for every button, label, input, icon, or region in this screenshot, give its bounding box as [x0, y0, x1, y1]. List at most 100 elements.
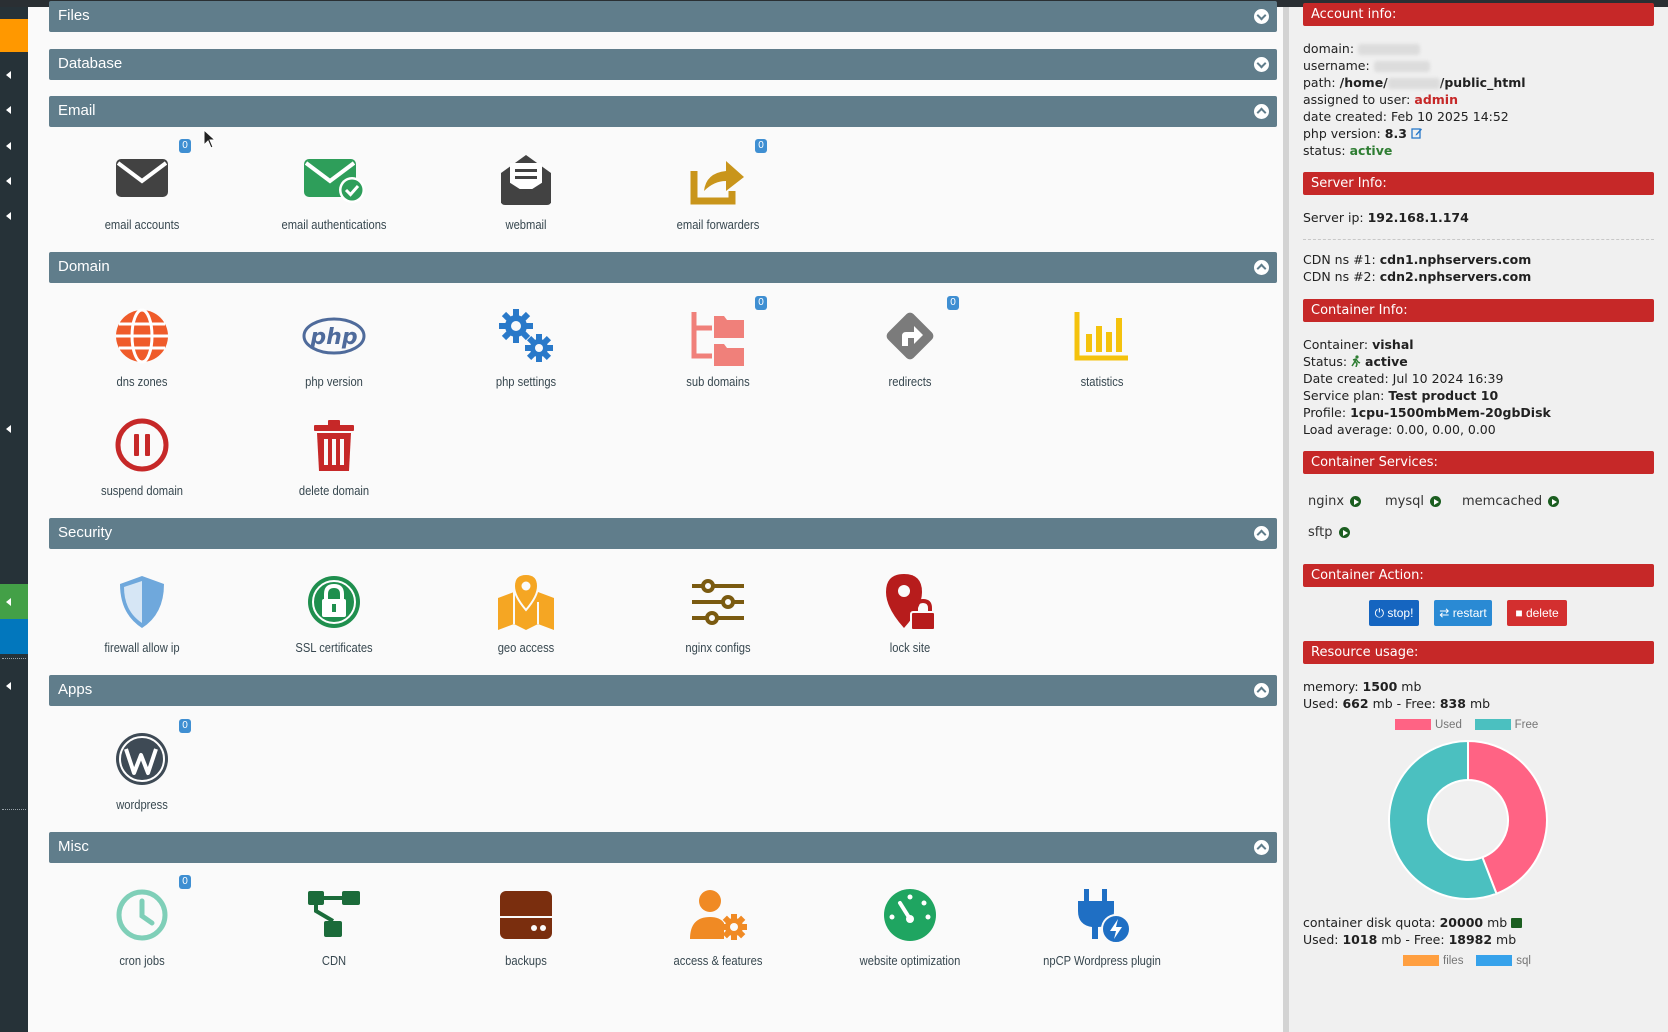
service-nginx[interactable]: nginx	[1308, 494, 1362, 509]
edit-icon[interactable]	[1411, 127, 1423, 139]
email-authentications-tile[interactable]: email authentications	[254, 147, 414, 243]
account-status: status: active	[1303, 143, 1393, 158]
tile-label: cron jobs	[119, 953, 165, 968]
gears-icon	[499, 309, 553, 362]
server-info-header: Server Info:	[1303, 172, 1654, 195]
access-features-tile[interactable]: access & features	[638, 883, 798, 979]
service-sftp[interactable]: sftp	[1308, 525, 1350, 540]
legend-item-used: Used	[1395, 719, 1462, 731]
chevron-up-icon[interactable]	[1254, 683, 1269, 698]
nav-expand-arrow-icon[interactable]	[6, 425, 11, 433]
backups-tile[interactable]: backups	[446, 883, 606, 979]
section-apps[interactable]: Apps	[49, 675, 1277, 706]
nav-expand-arrow-icon[interactable]	[6, 142, 11, 150]
website-optimization-tile[interactable]: website optimization	[830, 883, 990, 979]
play-icon[interactable]	[1338, 527, 1350, 538]
chevron-up-icon[interactable]	[1254, 526, 1269, 541]
chevron-up-icon[interactable]	[1254, 260, 1269, 275]
account-username: username:	[1303, 58, 1430, 73]
play-icon[interactable]	[1430, 496, 1442, 507]
delete-button[interactable]: ■ delete	[1507, 600, 1567, 626]
container-info-header: Container Info:	[1303, 299, 1654, 322]
memory-chart-legend: Used Free	[1395, 719, 1538, 731]
tile-label: dns zones	[116, 374, 168, 389]
power-icon: ⏻	[1374, 606, 1385, 620]
statistics-tile[interactable]: statistics	[1022, 304, 1182, 400]
chevron-up-icon[interactable]	[1254, 104, 1269, 119]
wordpress-tile[interactable]: 0 wordpress	[62, 719, 222, 823]
svg-text:php: php	[309, 325, 357, 350]
section-domain[interactable]: Domain	[49, 252, 1277, 283]
count-badge: 0	[755, 139, 767, 153]
tile-label: sub domains	[686, 374, 750, 389]
suspend-domain-tile[interactable]: suspend domain	[62, 413, 222, 509]
php-version-tile[interactable]: php php version	[254, 304, 414, 400]
sub-domains-tile[interactable]: 0 sub domains	[638, 296, 798, 400]
play-icon[interactable]	[1350, 496, 1362, 507]
redacted-value	[1373, 61, 1430, 72]
chevron-down-icon[interactable]	[1254, 9, 1269, 24]
play-icon[interactable]	[1548, 496, 1560, 507]
nav-orange-block[interactable]	[0, 19, 28, 52]
nav-expand-arrow-icon[interactable]	[6, 71, 11, 79]
nav-blue-block[interactable]	[0, 619, 28, 654]
cdn-ns-2: CDN ns #2: cdn2.nphservers.com	[1303, 269, 1532, 284]
email-forwarders-tile[interactable]: 0 email forwarders	[638, 139, 798, 243]
refresh-icon: ⇄	[1439, 606, 1450, 620]
section-email[interactable]: Email	[49, 96, 1277, 127]
nav-expand-arrow-icon[interactable]	[6, 682, 11, 690]
nginx-configs-tile[interactable]: nginx configs	[638, 570, 798, 666]
section-security[interactable]: Security	[49, 518, 1277, 549]
legend-swatch	[1403, 955, 1439, 967]
nav-green-block[interactable]	[0, 584, 28, 619]
redirects-tile[interactable]: 0 redirects	[830, 296, 990, 400]
service-mysql[interactable]: mysql	[1385, 494, 1442, 509]
divider	[1303, 239, 1654, 240]
restart-button[interactable]: ⇄ restart	[1434, 600, 1492, 626]
stop-button[interactable]: ⏻ stop!	[1369, 600, 1419, 626]
tile-label: website optimization	[859, 953, 961, 968]
section-files[interactable]: Files	[49, 1, 1277, 32]
cron-jobs-tile[interactable]: 0 cron jobs	[62, 875, 222, 979]
count-badge: 0	[179, 719, 191, 733]
envelope-icon	[116, 159, 168, 197]
email-accounts-tile[interactable]: 0 email accounts	[62, 139, 222, 243]
nav-expand-arrow-icon[interactable]	[6, 212, 11, 220]
webmail-tile[interactable]: webmail	[446, 147, 606, 243]
section-title: Files	[58, 7, 90, 24]
npcp-wordpress-plugin-tile[interactable]: npCP Wordpress plugin	[1022, 883, 1182, 979]
section-misc[interactable]: Misc	[49, 832, 1277, 863]
mouse-cursor-icon	[203, 129, 217, 149]
chevron-down-icon[interactable]	[1254, 57, 1269, 72]
container-profile: Profile: 1cpu-1500mbMem-20gbDisk	[1303, 405, 1551, 420]
shield-icon	[120, 576, 164, 628]
chevron-up-icon[interactable]	[1254, 840, 1269, 855]
nav-expand-arrow-icon[interactable]	[6, 106, 11, 114]
lock-site-tile[interactable]: lock site	[830, 570, 990, 666]
container-status: Status: active	[1303, 354, 1408, 369]
container-load-average: Load average: 0.00, 0.00, 0.00	[1303, 422, 1496, 437]
firewall-allow-ip-tile[interactable]: firewall allow ip	[62, 570, 222, 666]
section-database[interactable]: Database	[49, 49, 1277, 80]
tile-label: npCP Wordpress plugin	[1043, 953, 1161, 968]
map-location-icon	[498, 572, 554, 630]
lock-badge-icon	[308, 576, 360, 628]
left-nav-rail	[0, 7, 28, 1032]
folder-tree-icon	[691, 312, 744, 366]
ssl-certificates-tile[interactable]: SSL certificates	[254, 570, 414, 666]
count-badge: 0	[755, 296, 767, 310]
service-memcached[interactable]: memcached	[1462, 494, 1560, 509]
legend-swatch	[1476, 955, 1513, 967]
cdn-ns-1: CDN ns #1: cdn1.nphservers.com	[1303, 252, 1532, 267]
nav-expand-arrow-icon[interactable]	[6, 177, 11, 185]
dns-zones-tile[interactable]: dns zones	[62, 304, 222, 400]
nav-expand-arrow-icon[interactable]	[6, 598, 11, 606]
php-settings-tile[interactable]: php settings	[446, 304, 606, 400]
delete-domain-tile[interactable]: delete domain	[254, 413, 414, 509]
geo-access-tile[interactable]: geo access	[446, 570, 606, 666]
tile-label: php version	[305, 374, 363, 389]
legend-item-sql: sql	[1476, 955, 1531, 967]
cdn-tile[interactable]: CDN	[254, 883, 414, 979]
tile-label: php settings	[495, 374, 557, 389]
tile-label: webmail	[505, 217, 547, 232]
